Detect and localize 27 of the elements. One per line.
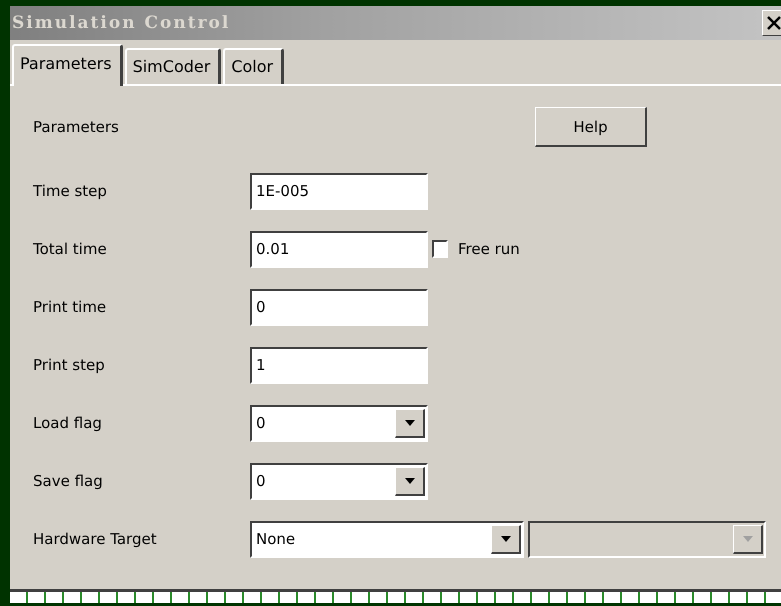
section-label: Parameters <box>33 118 120 136</box>
field-label: Hardware Target <box>33 530 158 548</box>
input-field[interactable]: 0.01 <box>250 230 428 268</box>
input-field[interactable]: 1E-005 <box>250 172 428 210</box>
dropdown-field[interactable]: 0 <box>250 462 428 500</box>
field-label: Time step <box>33 182 108 200</box>
checkbox-label: Free run <box>458 240 520 258</box>
window-title: Simulation Control <box>11 13 230 33</box>
field-label: Print step <box>33 356 106 374</box>
tab[interactable]: SimCoder <box>124 48 222 84</box>
field-label: Print time <box>33 298 108 316</box>
close-button[interactable] <box>762 10 781 36</box>
input-field[interactable]: 0 <box>250 288 428 326</box>
tab[interactable]: Parameters <box>12 44 123 86</box>
dropdown-arrow-icon[interactable] <box>404 478 414 484</box>
tab[interactable]: Color <box>223 48 284 84</box>
help-button[interactable]: Help <box>535 107 647 147</box>
field-label: Total time <box>33 240 108 258</box>
field-label: Save flag <box>33 472 104 490</box>
dropdown-field[interactable]: 0 <box>250 404 428 442</box>
field-label: Load flag <box>33 414 103 432</box>
checkbox[interactable] <box>432 240 448 258</box>
close-icon <box>767 16 781 30</box>
input-field[interactable]: 1 <box>250 346 428 384</box>
dropdown-arrow-icon[interactable] <box>500 536 510 542</box>
dropdown-field[interactable]: None <box>250 520 524 558</box>
dropdown-arrow-icon[interactable] <box>404 420 414 426</box>
